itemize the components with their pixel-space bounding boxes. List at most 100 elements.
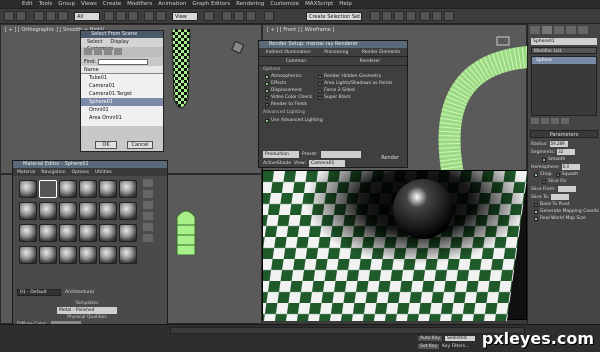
material-slot[interactable] (59, 224, 77, 242)
dialog-title[interactable]: Select From Scene (81, 31, 163, 38)
parameters-rollout[interactable]: Parameters (530, 130, 598, 138)
tube-wireframe[interactable] (393, 45, 528, 175)
camera-object[interactable] (231, 41, 245, 55)
material-slot[interactable] (119, 202, 137, 220)
force-2-sided-checkbox[interactable]: Force 2-Sided (318, 87, 392, 94)
render-to-fields-checkbox[interactable]: Render to Fields (265, 101, 312, 108)
video-color-check-checkbox[interactable]: Video Color Check (265, 94, 312, 101)
pin-stack-icon[interactable] (531, 118, 539, 124)
motion-tab-icon[interactable] (566, 26, 576, 34)
material-slot[interactable] (59, 202, 77, 220)
render-frame-icon[interactable] (432, 11, 442, 21)
menu-item[interactable]: Tools (39, 1, 53, 7)
material-slot[interactable] (79, 224, 97, 242)
bind-icon[interactable] (58, 11, 68, 21)
hierarchy-tab-icon[interactable] (554, 26, 564, 34)
displacement-checkbox[interactable]: Displacement (265, 87, 312, 94)
display-tab-icon[interactable] (578, 26, 588, 34)
menu-item[interactable]: Graph Editors (192, 1, 230, 7)
unlink-icon[interactable] (46, 11, 56, 21)
reference-coord-dropdown[interactable]: View (172, 12, 198, 21)
list-item[interactable]: Area Omni01 (81, 114, 163, 122)
menu-item[interactable]: Edit (22, 1, 33, 7)
auto-key-button[interactable]: Auto Key (418, 336, 443, 341)
make-unique-icon[interactable] (551, 118, 559, 124)
move-icon[interactable] (144, 11, 154, 21)
material-slot[interactable] (39, 224, 57, 242)
radius-spinner[interactable]: 59.289 (549, 141, 568, 147)
view-dropdown[interactable]: Camera01 (308, 160, 345, 167)
render-hidden-checkbox[interactable]: Render Hidden Geometry (318, 73, 392, 80)
active-shade-label[interactable]: ActiveShade (263, 161, 291, 166)
hemisphere-spinner[interactable]: 0.0 (561, 164, 580, 170)
cancel-button[interactable]: Cancel (127, 141, 153, 149)
options-icon[interactable] (143, 234, 153, 242)
backlight-icon[interactable] (143, 190, 153, 198)
material-slot[interactable] (39, 202, 57, 220)
undo-icon[interactable] (4, 11, 14, 21)
production-dropdown[interactable]: Production (263, 151, 299, 158)
selection-set-dropdown[interactable]: Create Selection Set (306, 12, 362, 21)
material-slot[interactable] (99, 246, 117, 264)
super-black-checkbox[interactable]: Super Black (318, 94, 392, 101)
render-setup-icon[interactable] (420, 11, 430, 21)
material-slot[interactable] (59, 246, 77, 264)
region-select-icon[interactable] (128, 11, 138, 21)
filter-icon[interactable] (104, 48, 112, 55)
material-editor-icon[interactable] (406, 11, 416, 21)
pivot-icon[interactable] (204, 11, 214, 21)
tab-common[interactable]: Common (286, 59, 306, 64)
list-item[interactable]: Tube01 (81, 74, 163, 82)
percent-snap-icon[interactable] (246, 11, 256, 21)
set-key-button[interactable]: Set Key (418, 344, 439, 349)
dialog-title[interactable]: Render Setup: mental ray Renderer (259, 41, 407, 48)
menu-utilities[interactable]: Utilities (95, 170, 112, 175)
menu-item[interactable]: Animation (158, 1, 186, 7)
tab-processing[interactable]: Processing (324, 50, 348, 55)
rotate-icon[interactable] (156, 11, 166, 21)
schematic-icon[interactable] (394, 11, 404, 21)
menu-material[interactable]: Material (17, 170, 35, 175)
tube-green-object[interactable] (173, 205, 199, 255)
menu-item[interactable]: MAXScript (305, 1, 333, 7)
material-slot[interactable] (99, 202, 117, 220)
material-slot[interactable] (19, 246, 37, 264)
selection-filter-dropdown[interactable]: All (74, 12, 100, 21)
list-item[interactable]: Camera01.Target (81, 90, 163, 98)
effects-checkbox[interactable]: Effects (265, 80, 312, 87)
slice-to-spinner[interactable] (551, 194, 570, 200)
filter-icon[interactable] (94, 48, 102, 55)
select-by-name-icon[interactable] (116, 11, 126, 21)
mirror-icon[interactable] (264, 11, 274, 21)
generate-mapping-checkbox[interactable]: Generate Mapping Coords (528, 208, 600, 215)
tube-object[interactable] (166, 29, 196, 119)
material-slot[interactable] (39, 246, 57, 264)
chop-radio[interactable]: Chop (534, 171, 552, 178)
timeline-track[interactable] (170, 327, 525, 334)
filter-icon[interactable] (114, 48, 122, 55)
list-item[interactable]: Omni01 (81, 106, 163, 114)
smooth-checkbox[interactable]: Smooth (528, 156, 600, 163)
find-input[interactable] (97, 58, 148, 65)
template-dropdown[interactable]: Metal - Polished (57, 307, 117, 314)
tab-renderer[interactable]: Renderer (360, 59, 381, 64)
render-button[interactable]: Render (381, 155, 399, 161)
column-header-name[interactable]: Name (81, 66, 163, 74)
material-slot[interactable] (79, 180, 97, 198)
uv-tiling-icon[interactable] (143, 212, 153, 220)
material-slot[interactable] (119, 224, 137, 242)
modify-tab-icon[interactable] (542, 26, 552, 34)
base-to-pivot-checkbox[interactable]: Base To Pivot (528, 201, 600, 208)
slice-on-checkbox[interactable]: Slice On (528, 178, 600, 185)
menu-item[interactable]: Views (81, 1, 97, 7)
render-teapot-icon[interactable] (444, 11, 454, 21)
real-world-map-checkbox[interactable]: Real-World Map Size (528, 215, 600, 222)
material-name-field[interactable]: 01 - Default (17, 289, 61, 296)
tab-render-elements[interactable]: Render Elements (362, 50, 400, 55)
list-item[interactable]: Camera01 (81, 82, 163, 90)
squash-radio[interactable]: Squash (555, 171, 578, 178)
remove-modifier-icon[interactable] (561, 118, 569, 124)
dialog-title[interactable]: Material Editor - Sphere01 (13, 161, 167, 168)
menu-options[interactable]: Options (72, 170, 89, 175)
material-slot[interactable] (19, 202, 37, 220)
